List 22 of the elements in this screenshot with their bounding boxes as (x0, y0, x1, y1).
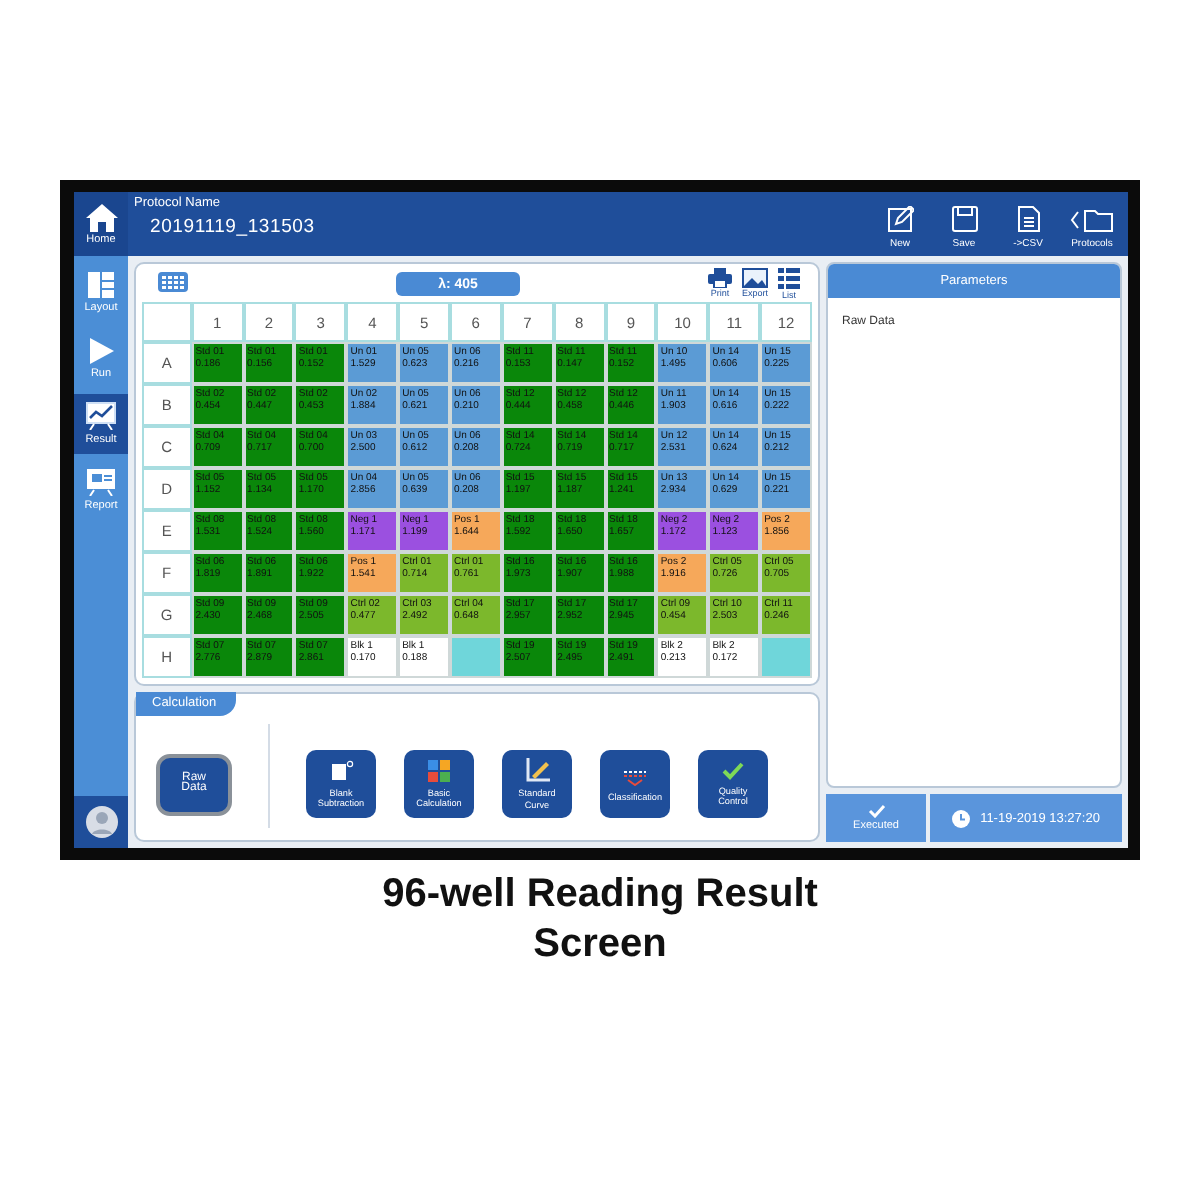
document-icon (1017, 206, 1039, 232)
printer-icon (707, 268, 732, 288)
folder-icon (1070, 208, 1114, 232)
play-icon (89, 337, 113, 363)
avatar-icon[interactable] (85, 806, 117, 838)
clock-icon (952, 809, 971, 827)
image-icon (741, 268, 768, 288)
edit-icon (887, 206, 913, 232)
home-icon (85, 203, 117, 231)
checkmark-icon (867, 804, 885, 818)
presentation-icon (86, 468, 116, 496)
dotted-bars-icon (622, 765, 648, 786)
calculator-icon (428, 759, 450, 781)
pencil-ruler-icon (525, 758, 549, 782)
protocol-name: 20191119_131503 (150, 216, 315, 238)
grid-icon[interactable] (158, 272, 188, 292)
caption: 96-well Reading Result Screen (380, 870, 820, 970)
save-icon (951, 206, 977, 232)
layout-icon (88, 271, 114, 297)
list-icon (778, 268, 800, 290)
chart-icon (86, 402, 116, 430)
checkmark-icon (722, 761, 744, 779)
